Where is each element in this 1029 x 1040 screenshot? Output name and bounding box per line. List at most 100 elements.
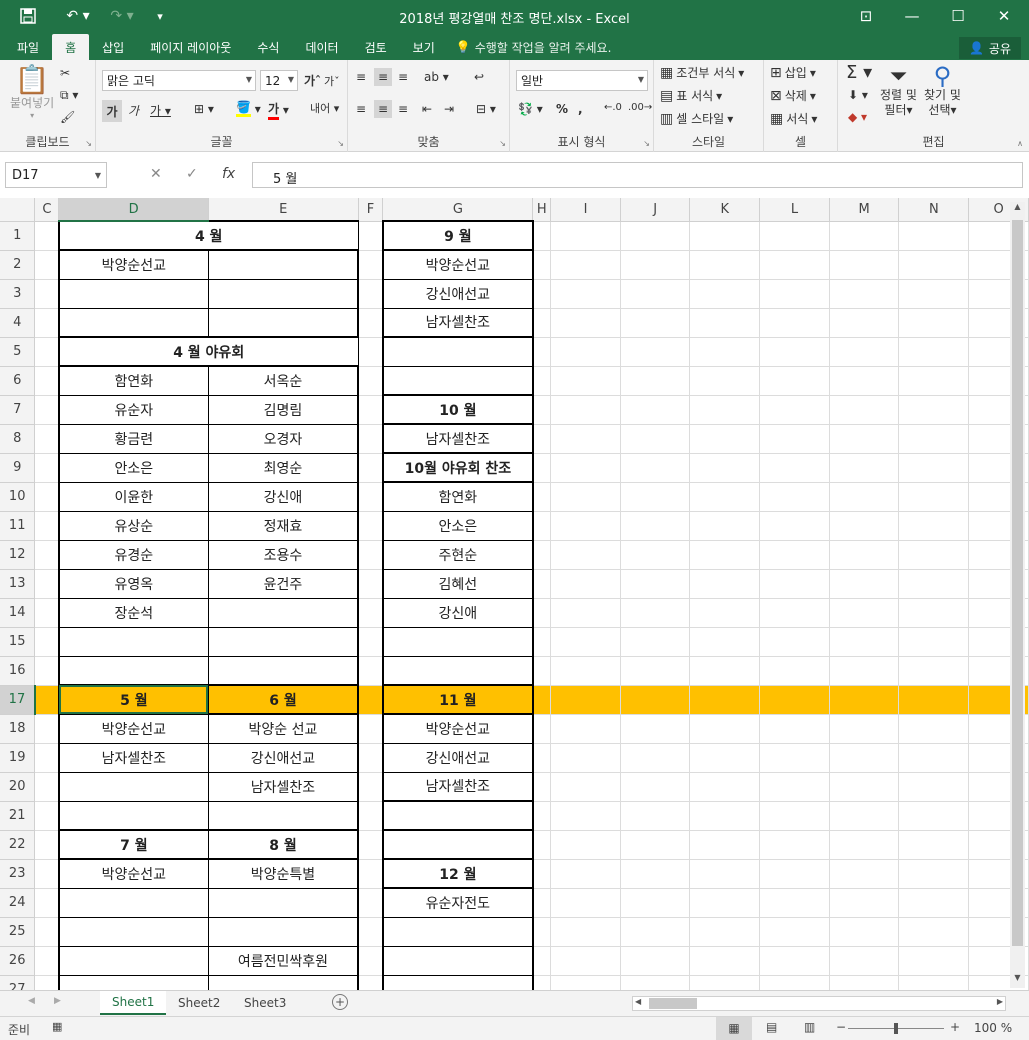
cell-g8[interactable]: 남자셀찬조 — [381, 423, 534, 454]
cell-j16[interactable] — [620, 656, 691, 686]
cell-j13[interactable] — [620, 569, 691, 599]
cell-k26[interactable] — [689, 946, 761, 976]
cell-j17[interactable] — [620, 685, 691, 715]
cell-h19[interactable] — [532, 743, 552, 773]
cell-n1[interactable] — [898, 221, 970, 251]
merge-center-icon[interactable]: ⊟ ▾ — [476, 102, 496, 116]
cell-m8[interactable] — [829, 424, 900, 454]
cell-m6[interactable] — [829, 366, 900, 396]
format-as-table-button[interactable]: ▤ 표 서식 ▾ — [660, 87, 722, 104]
cell-f22[interactable] — [358, 830, 384, 860]
cell-e12[interactable]: 조용수 — [207, 540, 360, 570]
cell-i15[interactable] — [550, 627, 621, 657]
cell-d1[interactable]: 4 월 — [57, 220, 359, 251]
cell-g26[interactable] — [381, 946, 534, 976]
cell-n19[interactable] — [898, 743, 970, 773]
cell-n25[interactable] — [898, 917, 970, 947]
cell-m9[interactable] — [829, 453, 900, 483]
cell-c5[interactable] — [34, 337, 60, 367]
cell-k18[interactable] — [689, 714, 761, 744]
cell-d5[interactable]: 4 월 야유회 — [57, 336, 359, 367]
cell-e18[interactable]: 박양순 선교 — [207, 713, 360, 744]
cell-h14[interactable] — [532, 598, 552, 628]
cell-f26[interactable] — [358, 946, 384, 976]
number-launcher-icon[interactable]: ↘ — [643, 139, 650, 148]
cell-m16[interactable] — [829, 656, 900, 686]
grow-font-icon[interactable]: 가ˆ — [304, 72, 321, 89]
cell-e10[interactable]: 강신애 — [207, 482, 360, 512]
cell-g15[interactable] — [381, 627, 534, 657]
cell-n18[interactable] — [898, 714, 970, 744]
cell-c11[interactable] — [34, 511, 60, 541]
cell-m25[interactable] — [829, 917, 900, 947]
cell-c8[interactable] — [34, 424, 60, 454]
cell-d2[interactable]: 박양순선교 — [57, 249, 209, 280]
cell-f12[interactable] — [358, 540, 384, 570]
cell-h4[interactable] — [532, 308, 552, 338]
cell-j12[interactable] — [620, 540, 691, 570]
cell-k2[interactable] — [689, 250, 761, 280]
cell-j2[interactable] — [620, 250, 691, 280]
cell-c6[interactable] — [34, 366, 60, 396]
collapse-ribbon-icon[interactable]: ∧ — [1017, 139, 1023, 148]
cell-e27[interactable] — [207, 975, 360, 990]
row-header[interactable]: 23 — [0, 859, 36, 889]
minimize-button[interactable]: — — [889, 0, 935, 32]
decrease-decimal-icon[interactable]: .00→ — [628, 102, 652, 113]
italic-button[interactable]: 가 — [128, 102, 139, 119]
cell-e3[interactable] — [207, 279, 360, 309]
cell-c9[interactable] — [34, 453, 60, 483]
cell-g12[interactable]: 주현순 — [381, 540, 534, 570]
align-left-icon[interactable]: ≡ — [356, 102, 366, 116]
cell-e24[interactable] — [207, 888, 360, 918]
cell-h22[interactable] — [532, 830, 552, 860]
scroll-up-icon[interactable]: ▲ — [1010, 202, 1025, 217]
cell-d9[interactable]: 안소은 — [57, 453, 209, 483]
column-header-h[interactable]: H — [532, 198, 552, 222]
cell-k25[interactable] — [689, 917, 761, 947]
wrap-text-icon[interactable]: ↩ — [474, 70, 484, 84]
cell-f5[interactable] — [358, 337, 384, 367]
cell-k12[interactable] — [689, 540, 761, 570]
cell-d3[interactable] — [57, 279, 209, 309]
cell-h21[interactable] — [532, 801, 552, 831]
fill-icon[interactable]: ⬇ ▾ — [848, 88, 868, 102]
cell-k9[interactable] — [689, 453, 761, 483]
row-header[interactable]: 20 — [0, 772, 36, 802]
cell-d24[interactable] — [57, 888, 209, 918]
cell-c10[interactable] — [34, 482, 60, 512]
align-top-icon[interactable]: ≡ — [356, 70, 366, 84]
cell-m3[interactable] — [829, 279, 900, 309]
cell-h16[interactable] — [532, 656, 552, 686]
cell-g27[interactable] — [381, 975, 534, 990]
cell-d20[interactable] — [57, 772, 209, 802]
cell-k7[interactable] — [689, 395, 761, 425]
cell-k13[interactable] — [689, 569, 761, 599]
cell-n15[interactable] — [898, 627, 970, 657]
close-button[interactable]: ✕ — [981, 0, 1027, 32]
enter-icon[interactable]: ✓ — [186, 166, 198, 182]
cell-d4[interactable] — [57, 308, 209, 338]
cell-g25[interactable] — [381, 917, 534, 947]
cell-i8[interactable] — [550, 424, 621, 454]
cell-j18[interactable] — [620, 714, 691, 744]
tab-3[interactable]: 삽입 — [89, 34, 137, 60]
column-header-g[interactable]: G — [382, 198, 534, 222]
cell-l4[interactable] — [759, 308, 830, 338]
cell-i2[interactable] — [550, 250, 621, 280]
cell-i24[interactable] — [550, 888, 621, 918]
conditional-formatting-button[interactable]: ▦ 조건부 서식 ▾ — [660, 64, 744, 81]
cell-l22[interactable] — [759, 830, 830, 860]
cell-n3[interactable] — [898, 279, 970, 309]
row-header[interactable]: 18 — [0, 714, 36, 744]
cell-g11[interactable]: 안소은 — [381, 511, 534, 541]
cell-l23[interactable] — [759, 859, 830, 889]
cell-f15[interactable] — [358, 627, 384, 657]
cell-l8[interactable] — [759, 424, 830, 454]
cell-m19[interactable] — [829, 743, 900, 773]
cell-k22[interactable] — [689, 830, 761, 860]
cell-n27[interactable] — [898, 975, 970, 990]
cell-j19[interactable] — [620, 743, 691, 773]
cell-j20[interactable] — [620, 772, 691, 802]
cell-h17[interactable] — [532, 685, 552, 715]
